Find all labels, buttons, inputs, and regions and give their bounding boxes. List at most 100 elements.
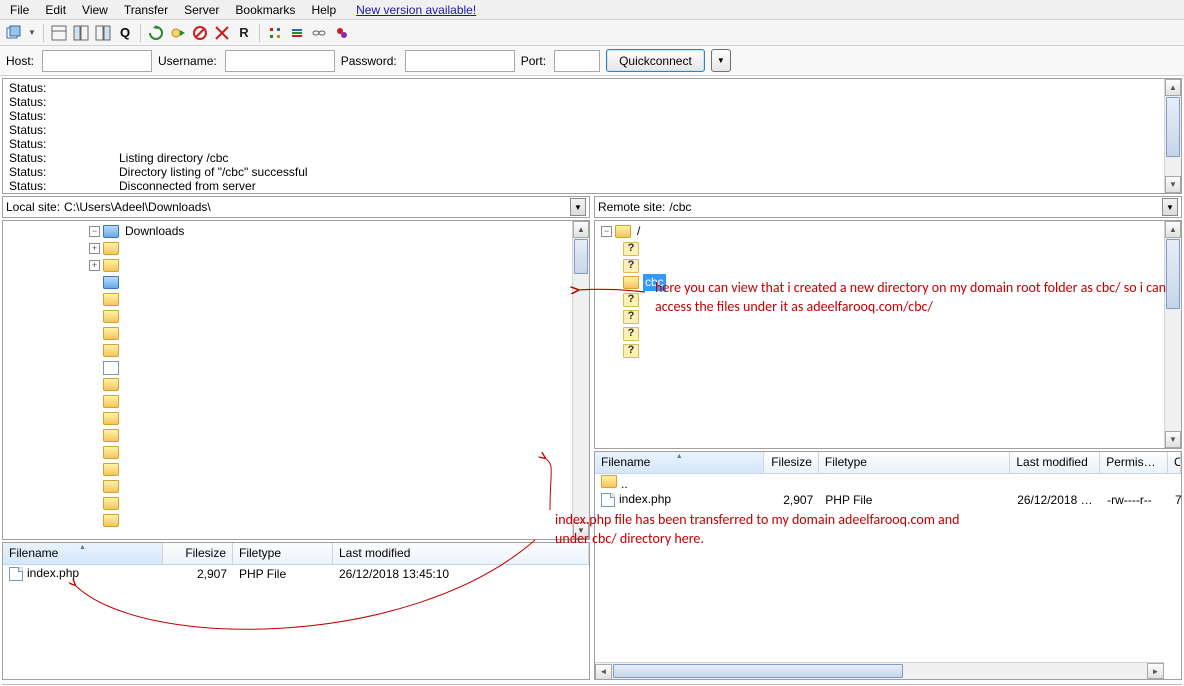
remote-list-hscroll[interactable]: ◄ ►: [595, 662, 1164, 679]
chevron-down-icon[interactable]: ▼: [570, 198, 586, 216]
col-permissions[interactable]: Permissions: [1100, 452, 1168, 473]
scroll-down-icon[interactable]: ▼: [1165, 176, 1181, 193]
tree-collapse-icon[interactable]: −: [89, 226, 100, 237]
site-manager-icon[interactable]: [4, 23, 24, 43]
col-filesize[interactable]: Filesize: [764, 452, 819, 473]
col-lastmodified[interactable]: Last modified: [333, 543, 589, 564]
disconnect-icon[interactable]: [212, 23, 232, 43]
quickconnect-history-button[interactable]: ▼: [711, 49, 731, 72]
folder-icon: [103, 259, 119, 272]
message-log: Status: Status: Status: Status: Status: …: [2, 78, 1182, 194]
local-file-list[interactable]: ▲Filename Filesize Filetype Last modifie…: [2, 542, 590, 680]
parent-dir-row[interactable]: ..: [595, 474, 1181, 491]
menu-file[interactable]: File: [2, 1, 37, 19]
search-icon[interactable]: [331, 23, 351, 43]
username-input[interactable]: [225, 50, 335, 72]
log-text: Directory listing of "/cbc" successful: [119, 165, 308, 179]
col-lastmodified[interactable]: Last modified: [1010, 452, 1100, 473]
folder-icon: [103, 395, 119, 408]
toggle-log-icon[interactable]: [49, 23, 69, 43]
tree-expand-icon[interactable]: +: [89, 243, 100, 254]
file-owner: 7246: [1169, 493, 1181, 507]
scroll-down-icon[interactable]: ▼: [1165, 431, 1181, 448]
process-queue-icon[interactable]: [168, 23, 188, 43]
folder-icon: [103, 225, 119, 238]
file-modified: 26/12/2018 13:...: [1011, 493, 1101, 507]
folder-icon: [103, 293, 119, 306]
folder-icon: [103, 378, 119, 391]
scroll-right-icon[interactable]: ►: [1147, 663, 1164, 679]
tree-item-label[interactable]: Downloads: [123, 223, 186, 240]
toggle-queue-icon[interactable]: Q: [115, 23, 135, 43]
remote-site-label: Remote site:: [598, 200, 665, 214]
reconnect-icon[interactable]: R: [234, 23, 254, 43]
scroll-up-icon[interactable]: ▲: [1165, 221, 1181, 238]
remote-site-bar: Remote site: ▼: [594, 196, 1182, 218]
remote-tree[interactable]: −/ ? ? cbc ? ? ? ? ▲ ▼: [594, 220, 1182, 449]
remote-pane: Remote site: ▼ −/ ? ? cbc ? ? ? ? ▲ ▼: [594, 196, 1182, 680]
scroll-left-icon[interactable]: ◄: [595, 664, 612, 680]
menu-new-version[interactable]: New version available!: [348, 1, 484, 19]
scroll-down-icon[interactable]: ▼: [573, 522, 589, 539]
log-label: Status:: [9, 151, 119, 165]
remote-grid-header: ▲Filename Filesize Filetype Last modifie…: [595, 452, 1181, 474]
log-text: Listing directory /cbc: [119, 151, 228, 165]
tree-item-selected[interactable]: cbc: [643, 274, 666, 291]
col-filesize[interactable]: Filesize: [163, 543, 233, 564]
menu-bookmarks[interactable]: Bookmarks: [227, 1, 303, 19]
remote-site-input[interactable]: [669, 198, 1158, 216]
folder-icon: [103, 344, 119, 357]
file-row[interactable]: index.php 2,907 PHP File 26/12/2018 13:4…: [3, 565, 589, 582]
compare-icon[interactable]: [287, 23, 307, 43]
chevron-down-icon: ▼: [717, 56, 725, 65]
menu-view[interactable]: View: [74, 1, 116, 19]
tree-item-label[interactable]: /: [635, 223, 642, 240]
refresh-icon[interactable]: [146, 23, 166, 43]
tree-collapse-icon[interactable]: −: [601, 226, 612, 237]
username-label: Username:: [158, 54, 217, 68]
col-filename[interactable]: ▲Filename: [595, 452, 764, 473]
remote-file-list[interactable]: ▲Filename Filesize Filetype Last modifie…: [594, 451, 1182, 680]
folder-icon: [103, 514, 119, 527]
dropdown-icon[interactable]: ▼: [26, 23, 38, 43]
file-name: index.php: [619, 492, 671, 506]
toggle-local-tree-icon[interactable]: [71, 23, 91, 43]
password-input[interactable]: [405, 50, 515, 72]
log-scrollbar[interactable]: ▲ ▼: [1164, 79, 1181, 193]
port-input[interactable]: [554, 50, 600, 72]
folder-icon: [103, 497, 119, 510]
folder-icon: [103, 327, 119, 340]
menu-transfer[interactable]: Transfer: [116, 1, 176, 19]
tree-expand-icon[interactable]: +: [89, 260, 100, 271]
menu-server[interactable]: Server: [176, 1, 227, 19]
folder-up-icon: [601, 475, 617, 488]
menu-edit[interactable]: Edit: [37, 1, 74, 19]
filter-icon[interactable]: [265, 23, 285, 43]
cancel-icon[interactable]: [190, 23, 210, 43]
local-tree[interactable]: − Downloads + + ▲: [2, 220, 590, 540]
folder-icon: [103, 463, 119, 476]
log-label: Status:: [9, 109, 119, 123]
chevron-down-icon[interactable]: ▼: [1162, 198, 1178, 216]
sync-browse-icon[interactable]: [309, 23, 329, 43]
unknown-folder-icon: ?: [623, 327, 639, 341]
file-icon: [103, 361, 119, 375]
col-filename[interactable]: ▲Filename: [3, 543, 163, 564]
file-row[interactable]: index.php 2,907 PHP File 26/12/2018 13:.…: [595, 491, 1181, 508]
col-filetype[interactable]: Filetype: [233, 543, 333, 564]
menu-help[interactable]: Help: [303, 1, 344, 19]
local-site-bar: Local site: ▼: [2, 196, 590, 218]
remote-tree-scrollbar[interactable]: ▲ ▼: [1164, 221, 1181, 448]
local-tree-scrollbar[interactable]: ▲ ▼: [572, 221, 589, 539]
local-site-input[interactable]: [64, 198, 566, 216]
col-filetype[interactable]: Filetype: [819, 452, 1010, 473]
scroll-up-icon[interactable]: ▲: [573, 221, 589, 238]
col-owner[interactable]: Own: [1168, 452, 1181, 473]
folder-icon: [103, 310, 119, 323]
file-modified: 26/12/2018 13:45:10: [333, 567, 589, 581]
quickconnect-button[interactable]: Quickconnect: [606, 49, 705, 72]
scroll-up-icon[interactable]: ▲: [1165, 79, 1181, 96]
host-input[interactable]: [42, 50, 152, 72]
toggle-remote-tree-icon[interactable]: [93, 23, 113, 43]
folder-icon: [615, 225, 631, 238]
